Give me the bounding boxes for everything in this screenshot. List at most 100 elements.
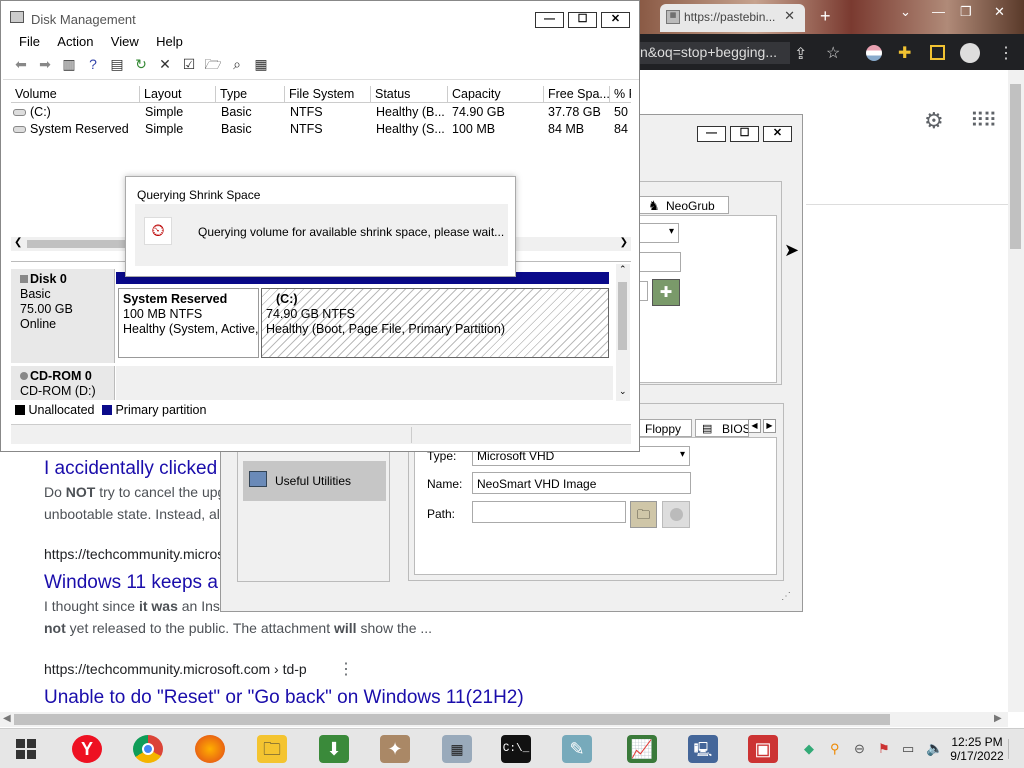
show-desktop[interactable] <box>1008 739 1018 759</box>
back-icon[interactable]: ⬅ <box>11 56 31 74</box>
menu-action[interactable]: Action <box>57 34 93 49</box>
eb-minimize-button[interactable]: — <box>697 126 726 142</box>
editor-icon[interactable]: ✎ <box>562 735 592 763</box>
tab-close-icon[interactable]: ✕ <box>784 8 795 24</box>
eb-field-2[interactable] <box>639 281 648 301</box>
tab-bios[interactable]: ▤ BIOS <box>695 419 749 437</box>
name-input[interactable]: NeoSmart VHD Image <box>472 472 691 494</box>
calculator-icon[interactable]: ▦ <box>442 735 472 763</box>
maximize-button[interactable]: ☐ <box>568 12 597 28</box>
clock[interactable]: 12:25 PM 9/17/2022 <box>948 735 1006 763</box>
restore-icon[interactable]: ❐ <box>960 4 972 20</box>
path-input[interactable] <box>472 501 626 523</box>
task-manager-icon[interactable]: 📈 <box>627 735 657 763</box>
graph-vscrollbar[interactable]: ⌃ ⌄ <box>616 264 630 401</box>
chrome-tab[interactable]: ▦ https://pastebin... ✕ <box>660 4 805 32</box>
result-title-1[interactable]: I accidentally clicked <box>44 458 217 480</box>
tray-search-icon[interactable]: ⚲ <box>830 741 840 757</box>
menu-help[interactable]: Help <box>156 34 183 49</box>
col-layout[interactable]: Layout <box>140 86 216 103</box>
properties-icon[interactable]: ▤ <box>107 56 127 74</box>
menu-file[interactable]: File <box>19 34 40 49</box>
profile-avatar[interactable] <box>960 43 980 63</box>
cmd-icon[interactable]: C:\_ <box>501 735 531 763</box>
share-icon[interactable]: ⇪ <box>794 44 807 64</box>
col-percent-free[interactable]: % F <box>610 86 631 103</box>
col-capacity[interactable]: Capacity <box>448 86 544 103</box>
result-title-3[interactable]: Unable to do "Reset" or "Go back" on Win… <box>44 687 524 709</box>
result-title-2[interactable]: Windows 11 keeps a <box>44 572 218 594</box>
tab-floppy[interactable]: Floppy <box>636 419 692 437</box>
volume-icon[interactable]: 🔈 <box>926 740 943 757</box>
col-freespace[interactable]: Free Spa... <box>544 86 610 103</box>
bookmark-star-icon[interactable]: ☆ <box>826 43 840 63</box>
add-entry-button[interactable]: ✚ <box>652 279 680 306</box>
col-status[interactable]: Status <box>371 86 448 103</box>
eb-dropdown[interactable]: ▾ <box>639 223 679 243</box>
file-explorer-icon[interactable]: 🗀 <box>257 735 287 763</box>
list-scroll-thumb[interactable] <box>27 240 137 248</box>
col-volume[interactable]: Volume <box>11 86 140 103</box>
scroll-up-icon[interactable]: ⌃ <box>619 264 627 275</box>
result-more-icon[interactable]: ⋮ <box>338 659 354 679</box>
yandex-icon[interactable]: Y <box>72 735 102 763</box>
resize-grip-icon[interactable]: ⋰ <box>781 591 791 602</box>
scroll-right-icon[interactable]: ❯ <box>620 237 628 248</box>
partition-c[interactable]: (C:) 74.90 GB NTFS Healthy (Boot, Page F… <box>261 288 609 358</box>
close-icon[interactable]: ✕ <box>994 4 1005 20</box>
chrome-icon[interactable] <box>133 735 163 763</box>
tray-monitor-icon[interactable]: ▭ <box>902 741 914 757</box>
table-row[interactable]: (C:) Simple Basic NTFS Healthy (B... 74.… <box>11 105 631 122</box>
settings-gear-icon[interactable]: ⚙ <box>924 108 944 134</box>
tab-scroll-right-icon[interactable]: ▶ <box>763 419 776 433</box>
disk0-label[interactable]: Disk 0 Basic 75.00 GB Online <box>11 269 115 363</box>
col-filesystem[interactable]: File System <box>285 86 371 103</box>
tab-scroll-left-icon[interactable]: ◀ <box>748 419 761 433</box>
graph-scroll-thumb[interactable] <box>618 282 627 350</box>
installer-icon[interactable]: ✦ <box>380 735 410 763</box>
computer-icon[interactable]: 🖳 <box>688 735 718 763</box>
scroll-left-icon[interactable]: ❮ <box>14 237 22 248</box>
internet-download-icon[interactable]: ⬇ <box>319 735 349 763</box>
horizontal-scroll-thumb[interactable] <box>14 714 890 725</box>
browse-folder-icon[interactable]: 🗀 <box>630 501 657 528</box>
toolbox-icon[interactable]: ▣ <box>748 735 778 763</box>
partition-system-reserved[interactable]: System Reserved 100 MB NTFS Healthy (Sys… <box>118 288 259 358</box>
table-row[interactable]: System Reserved Simple Basic NTFS Health… <box>11 122 631 139</box>
nav-useful-utilities[interactable]: Useful Utilities <box>243 461 386 501</box>
address-bar[interactable]: n&oq=stop+begging... <box>640 42 790 64</box>
minimize-icon[interactable]: — <box>932 4 945 19</box>
forward-icon[interactable]: ➡ <box>35 56 55 74</box>
result-url-2[interactable]: https://techcommunity.microsof <box>44 546 236 562</box>
eb-maximize-button[interactable]: ☐ <box>730 126 759 142</box>
tab-neogrub[interactable]: ♞ NeoGrub <box>639 196 729 214</box>
tray-network-app-icon[interactable]: ◆ <box>804 741 814 757</box>
console-tree-icon[interactable]: ▥ <box>59 56 79 74</box>
help-icon[interactable]: ? <box>83 56 103 74</box>
close-button[interactable]: ✕ <box>601 12 630 28</box>
tray-minus-icon[interactable]: ⊖ <box>854 741 865 757</box>
start-windows-icon[interactable] <box>16 739 36 759</box>
check-icon[interactable]: ☑ <box>179 56 199 74</box>
cdrom-label[interactable]: CD-ROM 0 CD-ROM (D:) <box>11 366 115 400</box>
tray-flag-icon[interactable]: ⚑ <box>878 741 890 757</box>
menu-view[interactable]: View <box>111 34 139 49</box>
refresh-icon[interactable]: ↻ <box>131 56 151 74</box>
apps-grid-icon[interactable]: ⠿⠿ <box>970 108 997 133</box>
add-vhd-button[interactable] <box>662 501 690 528</box>
grid-icon[interactable]: ▦ <box>251 56 271 74</box>
vertical-scroll-thumb[interactable] <box>1010 84 1021 249</box>
firefox-icon[interactable] <box>195 735 225 763</box>
extension-icon[interactable] <box>866 45 882 61</box>
result-url-3[interactable]: https://techcommunity.microsoft.com › td… <box>44 661 307 677</box>
minimize-button[interactable]: — <box>535 12 564 28</box>
open-folder-icon[interactable]: 🗁 <box>203 54 223 72</box>
scroll-right-icon[interactable]: ▶ <box>994 713 1002 724</box>
more-menu-icon[interactable]: ⋮ <box>998 43 1014 63</box>
scroll-left-icon[interactable]: ◀ <box>3 713 11 724</box>
puzzle-icon[interactable]: ✚ <box>898 43 911 63</box>
col-type[interactable]: Type <box>216 86 285 103</box>
eb-field[interactable] <box>639 252 681 272</box>
delete-icon[interactable]: ✕ <box>155 56 175 74</box>
search-icon[interactable]: ⌕ <box>227 56 247 74</box>
